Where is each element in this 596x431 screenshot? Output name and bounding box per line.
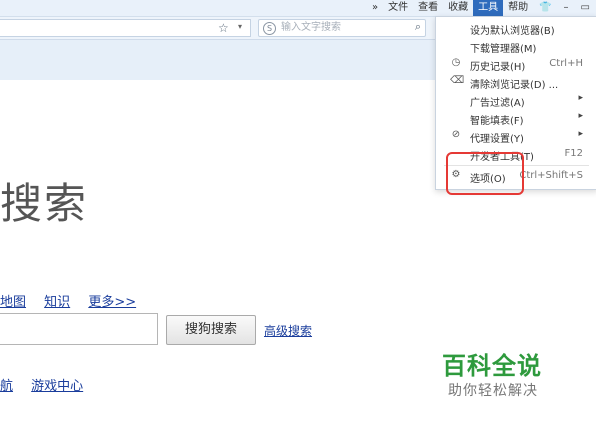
eraser-icon: ⌫ <box>450 75 465 86</box>
menu-item-label: 清除浏览记录(D) ... <box>470 80 559 91</box>
restore-button[interactable]: ▭ <box>575 0 596 16</box>
category-links: 地图 知识 更多>> <box>0 291 150 310</box>
menu-tools[interactable]: 工具 <box>473 0 504 16</box>
menu-item-set-default-browser[interactable]: 设为默认浏览器(B) <box>436 19 596 37</box>
menu-item-ad-filter[interactable]: 广告过滤(A) ▸ <box>436 91 596 109</box>
link-icon: ⊘ <box>451 129 461 140</box>
menu-help[interactable]: 帮助 <box>503 0 533 16</box>
toolbar-search-box[interactable]: S ⌕ <box>258 19 426 37</box>
history-icon: ◷ <box>451 57 461 68</box>
page-title: 搜索 <box>0 179 89 228</box>
menu-item-history[interactable]: ◷ 历史记录(H) Ctrl+H <box>436 55 596 73</box>
menu-item-proxy-settings[interactable]: ⊘ 代理设置(Y) ▸ <box>436 127 596 145</box>
menu-item-label: 广告过滤(A) <box>470 98 525 109</box>
skin-icon[interactable]: 👕 <box>533 0 557 16</box>
sogou-logo-icon: S <box>263 22 276 35</box>
menu-item-shortcut: Ctrl+H <box>549 58 583 69</box>
toolbar-background <box>0 40 440 80</box>
menu-item-download-manager[interactable]: 下载管理器(M) <box>436 37 596 55</box>
highlight-annotation <box>446 152 524 195</box>
menu-overflow-button[interactable]: » <box>367 0 383 16</box>
watermark-title: 百科全说 <box>442 352 542 380</box>
menu-item-shortcut: Ctrl+Shift+S <box>519 170 583 181</box>
sogou-search-button[interactable]: 搜狗搜索 <box>166 315 256 345</box>
bottom-links: 航 游戏中心 <box>0 375 97 394</box>
menu-item-label: 下载管理器(M) <box>470 44 537 55</box>
favorite-star-icon[interactable]: ☆ <box>218 21 229 35</box>
menu-item-autofill[interactable]: 智能填表(F) ▸ <box>436 109 596 127</box>
menu-favorites[interactable]: 收藏 <box>443 0 473 16</box>
minimize-button[interactable]: – <box>558 0 575 16</box>
title-bar: » 文件 查看 收藏 工具 帮助 👕 – ▭ <box>0 0 596 17</box>
menu-bar: » 文件 查看 收藏 工具 帮助 👕 – ▭ <box>367 0 596 16</box>
url-field[interactable]: ☆ ▾ <box>0 19 251 37</box>
menu-item-label: 设为默认浏览器(B) <box>470 26 555 37</box>
menu-view[interactable]: 查看 <box>413 0 443 16</box>
main-search-input[interactable] <box>0 313 158 345</box>
chevron-down-icon[interactable]: ▾ <box>238 22 242 31</box>
menu-item-label: 历史记录(H) <box>470 62 526 73</box>
watermark-subtitle: 助你轻松解决 <box>448 383 538 399</box>
link-game-center[interactable]: 游戏中心 <box>31 379 83 394</box>
menu-file[interactable]: 文件 <box>383 0 413 16</box>
link-more[interactable]: 更多>> <box>88 295 136 310</box>
link-navigation[interactable]: 航 <box>0 379 13 394</box>
search-input[interactable] <box>281 21 401 34</box>
search-icon[interactable]: ⌕ <box>415 20 421 34</box>
advanced-search-link[interactable]: 高级搜索 <box>264 322 312 339</box>
link-knowledge[interactable]: 知识 <box>44 295 70 310</box>
menu-item-clear-history[interactable]: ⌫ 清除浏览记录(D) ... <box>436 73 596 91</box>
menu-item-label: 智能填表(F) <box>470 116 524 127</box>
submenu-arrow-icon: ▸ <box>578 111 583 121</box>
submenu-arrow-icon: ▸ <box>578 93 583 103</box>
menu-item-label: 代理设置(Y) <box>470 134 524 145</box>
link-map[interactable]: 地图 <box>0 295 26 310</box>
menu-item-shortcut: F12 <box>564 148 583 159</box>
submenu-arrow-icon: ▸ <box>578 129 583 139</box>
